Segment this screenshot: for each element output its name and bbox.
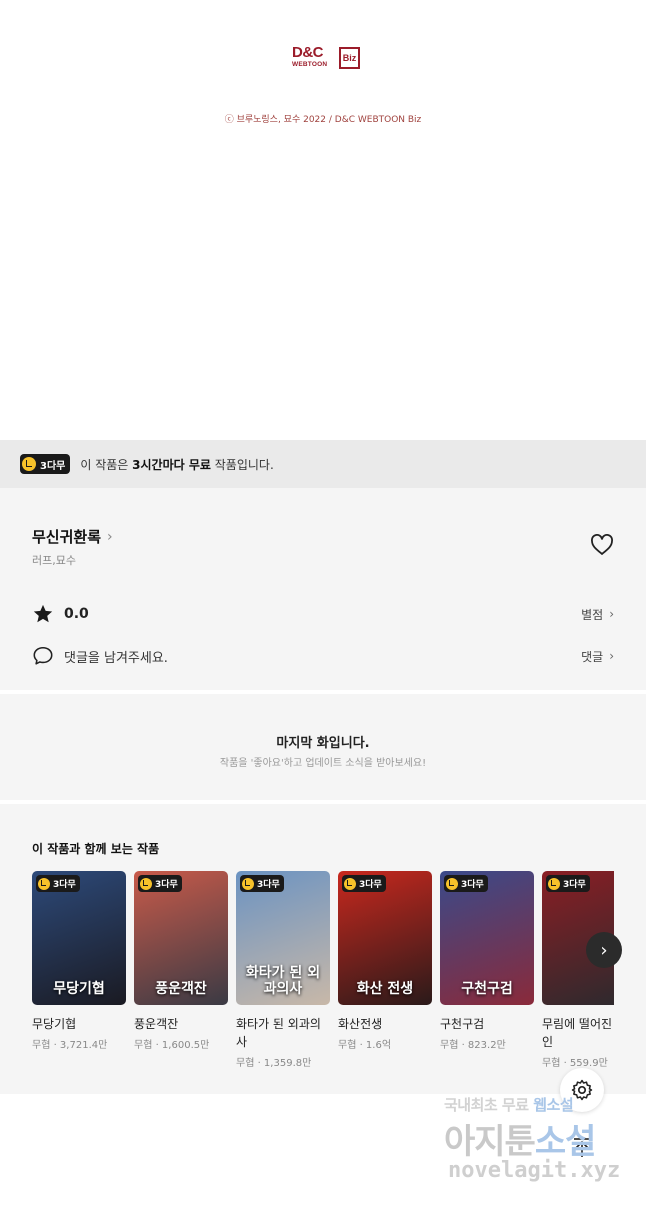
card-meta: 무협 · 1.6억 [338,1040,392,1051]
badge-label: 3다무 [53,880,76,890]
rating-row: 0.0 별점 › [32,602,614,626]
recommendation-carousel: 3다무 무당기협 무당기협 무협 · 3,721.4만 3다무 풍운객잔 풍운객잔 무협 · … [32,871,614,1081]
dc-webtoon-biz-logo: D&C Biz WEBTOON [292,44,362,72]
clock-icon [242,877,254,890]
badge-label: 3다무 [563,880,586,890]
heart-outline-icon[interactable] [590,534,614,556]
clock-icon [38,877,50,890]
cover-image[interactable]: 3다무풍운객잔 [134,871,228,1005]
logo-biz-box: Biz [339,47,360,69]
episode-end-area: D&C Biz WEBTOON ⓒ 브루노링스, 묘수 2022 / D&C W… [0,0,646,440]
rating-link[interactable]: 별점 › [581,606,614,623]
card-meta: 무협 · 1,600.5만 [134,1040,210,1051]
comment-prompt[interactable]: 댓글을 남겨주세요. [64,647,168,666]
star-filled-icon [33,604,53,623]
series-authors: 러프,묘수 [32,554,76,567]
card-title[interactable]: 무림에 떨어진 대인 [542,1015,614,1051]
wm1b: 웹소설 [533,1096,574,1114]
card-title[interactable]: 풍운객잔 [134,1015,228,1033]
wm2a: 아지툰 [444,1122,536,1162]
free-text-prefix: 이 작품은 [80,457,133,472]
chevron-right-icon: › [107,528,113,545]
wm2b: 소설 [534,1122,597,1162]
watermark-url: novelagit.xyz [448,1158,621,1183]
badge-label: 3다무 [359,880,382,890]
recommendation-card[interactable]: 3다무 구천구검 구천구검 무협 · 823.2만 [440,871,534,1051]
speech-bubble-icon [33,646,53,665]
last-episode-title: 마지막 화입니다. [276,736,370,751]
card-title[interactable]: 무당기협 [32,1015,126,1033]
last-episode-subtitle: 작품을 '좋아요'하고 업데이트 소식을 받아보세요! [219,758,427,769]
comment-link-label: 댓글 [581,649,604,664]
cover-title-art: 구천구검 [461,980,513,997]
3damu-badge: 3다무 [36,875,80,892]
clock-icon [446,877,458,890]
rating-value: 0.0 [64,606,89,622]
recommendation-card[interactable]: 3다무무림에 떨어진 대인무협 · 559.9만 [542,871,614,1069]
chevron-right-icon: › [600,939,608,961]
free-text-bold: 3시간마다 무료 [132,457,211,472]
chevron-right-icon: › [609,607,614,621]
3damu-badge: 3다무 [138,875,182,892]
recommendation-card[interactable]: 3다무 풍운객잔 풍운객잔 무협 · 1,600.5만 [134,871,228,1051]
recommendation-card[interactable]: 3다무 화타가 된 외과의사 화타가 된 외과의사 무협 · 1,359.8만 [236,871,330,1069]
series-title-link[interactable]: 무신귀환록 › [32,526,113,547]
watermark-line2: 아지툰소설 [444,1114,597,1163]
3damu-badge: 3다무 [20,454,71,474]
clock-icon [140,877,152,890]
cover-image[interactable]: 3다무화타가 된 외과의사 [236,871,330,1005]
cover-title-art: 풍운객잔 [155,980,207,997]
logo-dc-text: D&C [292,44,324,61]
card-meta: 무협 · 3,721.4만 [32,1040,108,1051]
free-every-3h-banner: 3다무 이 작품은 3시간마다 무료 작품입니다. [0,440,646,488]
logo-webtoon-text: WEBTOON [292,61,328,68]
watermark-line1: 국내최초 무료 웹소설 [444,1094,574,1115]
3damu-badge: 3다무 [240,875,284,892]
clock-icon [22,457,36,471]
recommendation-card[interactable]: 3다무화산 전생화산전생무협 · 1.6억 [338,871,432,1051]
card-title[interactable]: 화산전생 [338,1015,432,1033]
recommendations-section: 이 작품과 함께 보는 작품 3다무 무당기협 무당기협 무협 · 3,721.4만 3… [0,804,646,1094]
card-title[interactable]: 구천구검 [440,1015,534,1033]
recommendation-card[interactable]: 3다무 무당기협 무당기협 무협 · 3,721.4만 [32,871,126,1051]
copyright-text: ⓒ 브루노링스, 묘수 2022 / D&C WEBTOON Biz [224,115,422,125]
wm1a: 국내최초 무료 [444,1096,534,1114]
badge-label: 3다무 [257,880,280,890]
cover-title-art: 화타가 된 외과의사 [245,965,321,997]
clock-icon [344,877,356,890]
recommendations-heading: 이 작품과 함께 보는 작품 [32,842,160,856]
comment-row: 댓글을 남겨주세요. 댓글 › [32,644,614,668]
card-meta: 무협 · 559.9만 [542,1058,608,1069]
last-episode-notice: 마지막 화입니다. 작품을 '좋아요'하고 업데이트 소식을 받아보세요! [0,694,646,800]
series-title: 무신귀환록 [32,528,102,546]
card-meta: 무협 · 1,359.8만 [236,1058,312,1069]
cover-title-art: 무당기협 [53,980,105,997]
cover-image[interactable]: 3다무무당기협 [32,871,126,1005]
card-title[interactable]: 화타가 된 외과의사 [236,1015,330,1051]
3damu-badge: 3다무 [546,875,590,892]
badge-label: 3다무 [461,880,484,890]
cover-image[interactable]: 3다무화산 전생 [338,871,432,1005]
badge-label: 3다무 [40,460,66,472]
3damu-badge: 3다무 [444,875,488,892]
carousel-next-button[interactable]: › [586,932,622,968]
rating-link-label: 별점 [581,607,604,622]
clock-icon [548,877,560,890]
card-meta: 무협 · 823.2만 [440,1040,506,1051]
chevron-right-icon: › [609,649,614,663]
cover-image[interactable]: 3다무구천구검 [440,871,534,1005]
series-info-panel: 무신귀환록 › 러프,묘수 0.0 별점 › 댓글을 남겨주세요. 댓글 › [0,488,646,690]
3damu-badge: 3다무 [342,875,386,892]
comment-link[interactable]: 댓글 › [581,648,614,665]
badge-label: 3다무 [155,880,178,890]
free-banner-text: 이 작품은 3시간마다 무료 작품입니다. [80,456,273,473]
cover-title-art: 화산 전생 [356,980,414,997]
site-watermark: 국내최초 무료 웹소설 아지툰소설 novelagit.xyz [444,1094,624,1194]
free-text-suffix: 작품입니다. [210,457,274,472]
